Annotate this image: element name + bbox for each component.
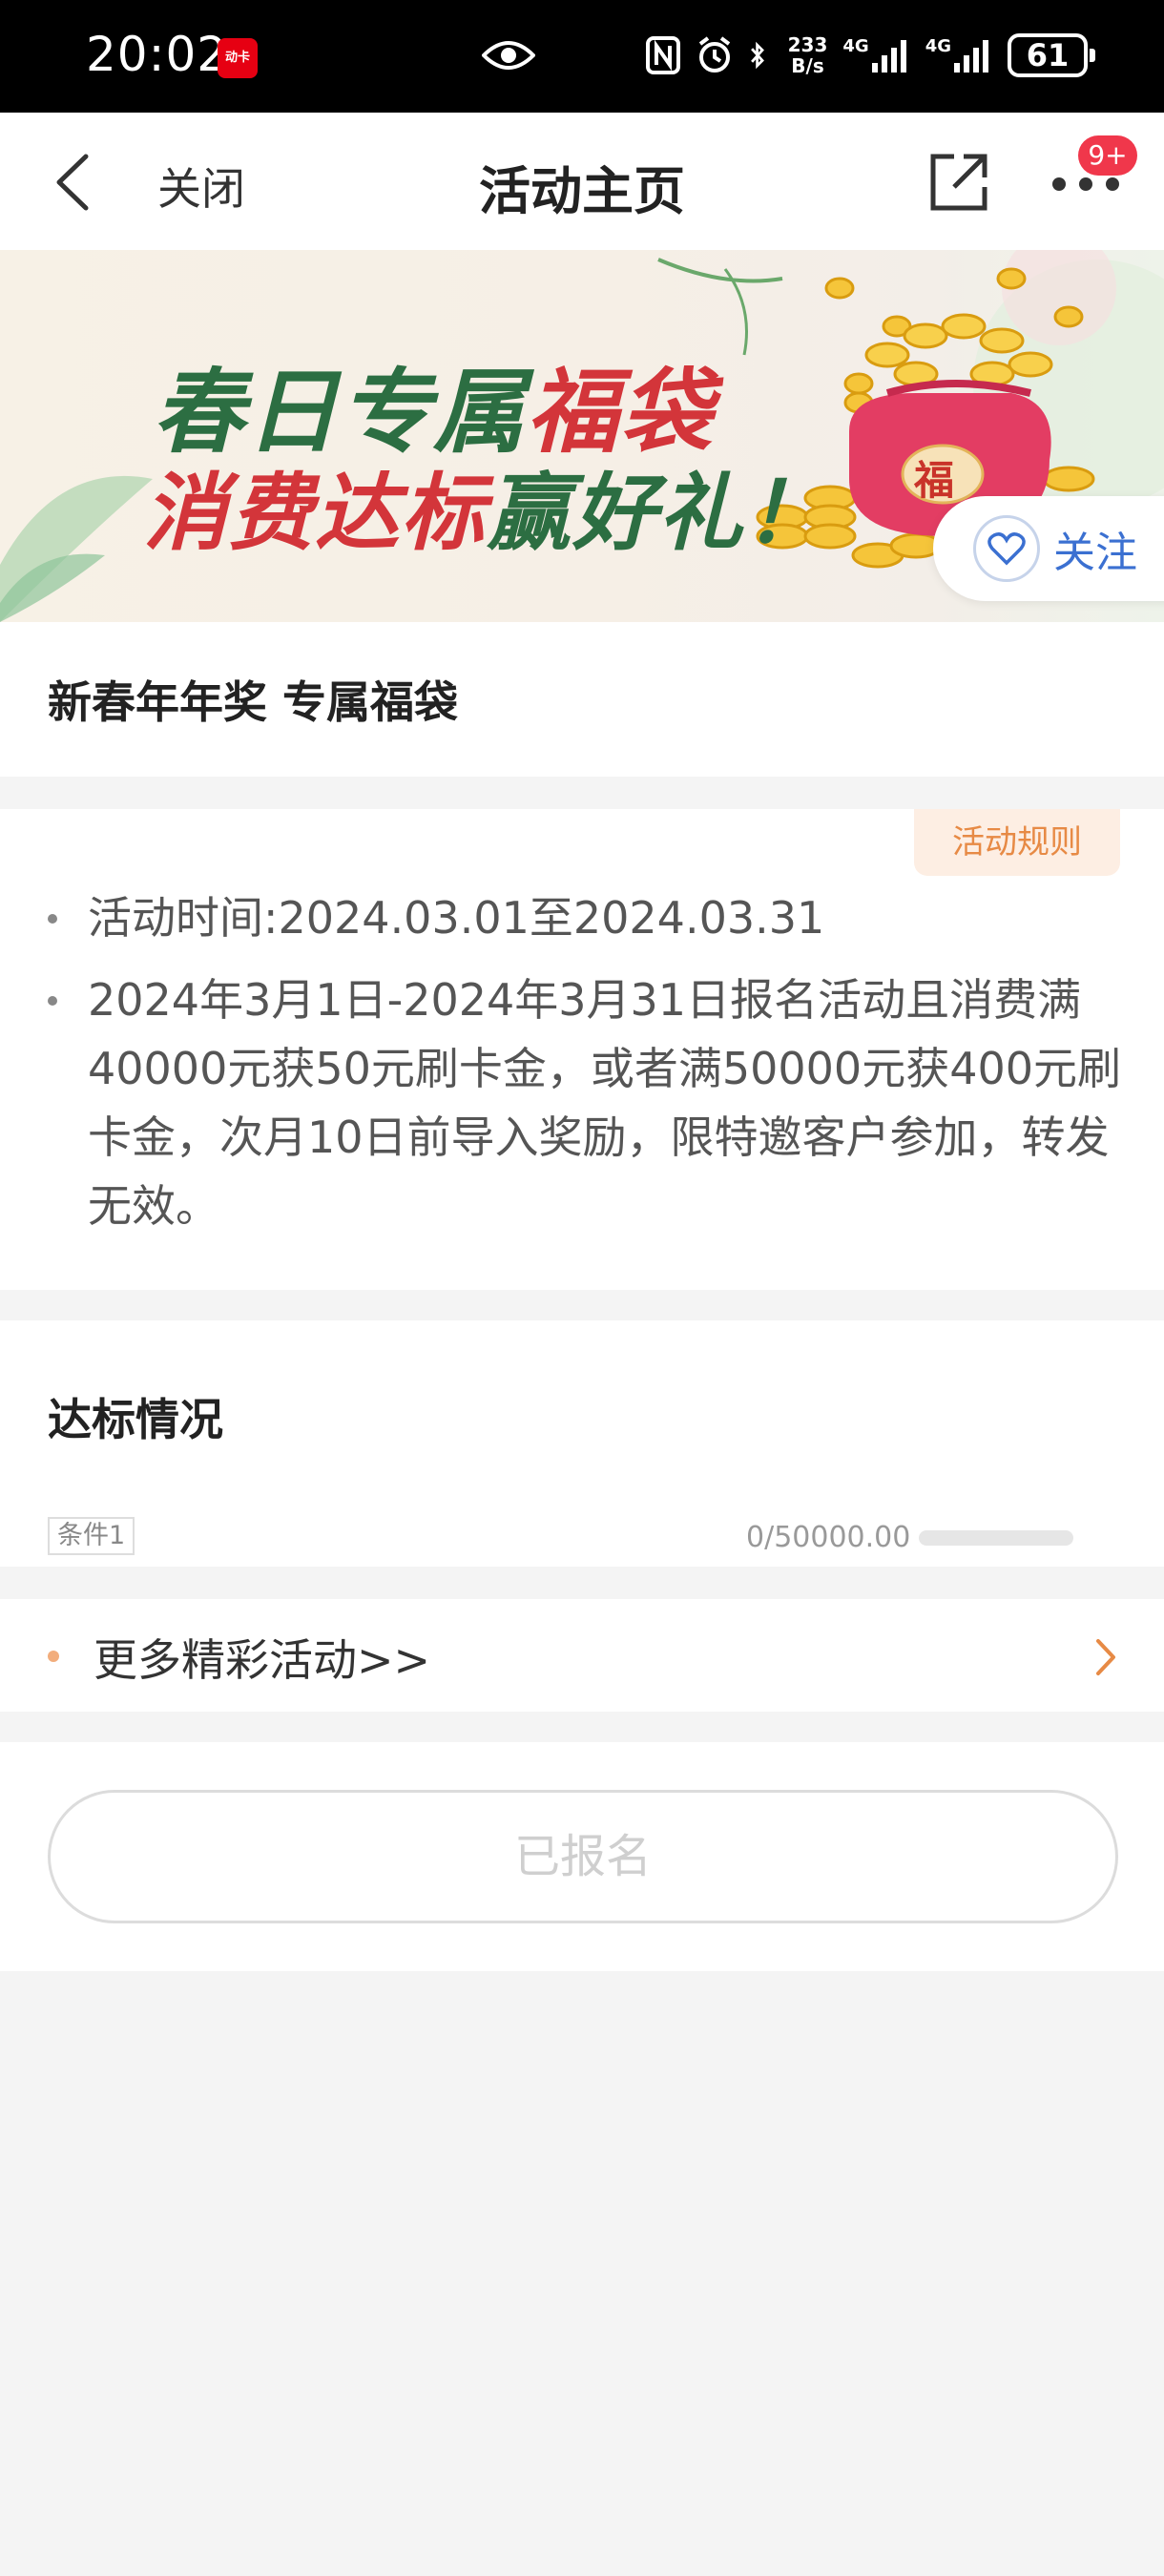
condition-tag: 条件1 [48,1517,135,1555]
rules-button[interactable]: 活动规则 [914,809,1120,876]
signal-2: 4G [925,38,992,73]
status-time: 20:02 [86,27,229,82]
rule-item: 活动时间:2024.03.01至2024.03.31 [88,892,825,944]
signal-bars-icon [954,40,988,73]
banner-subheadline: 消费达标赢好礼！ [143,464,831,562]
nfc-icon [645,36,680,74]
rules-card: 活动规则 活动时间:2024.03.01至2024.03.31 2024年3月1… [0,809,1164,1290]
signal-1: 4G [842,38,909,73]
chevron-right-icon [1096,1639,1115,1675]
battery-icon: 61 [1008,33,1095,77]
follow-button[interactable]: 关注 [933,496,1164,601]
signup-section: 已报名 [0,1742,1164,1971]
nav-bar: 关闭 活动主页 9+ [0,113,1164,250]
rule-item: 2024年3月1日-2024年3月31日报名活动且消费满40000元获50元刷卡… [88,974,1121,1232]
bullet-icon [48,996,57,1006]
share-icon[interactable] [925,149,992,216]
alarm-icon [698,36,730,73]
progress-title: 达标情况 [48,1394,223,1445]
activity-title-card: 新春年年奖 专属福袋 [0,622,1164,777]
notification-badge: 9+ [1078,135,1137,176]
status-indicators: 233 B/s 4G 4G 61 [645,29,1095,82]
follow-label: 关注 [1053,529,1137,577]
status-bar: 20:02 动卡 233 B/s 4G 4G 61 [0,0,1164,113]
bag-character: 福 [914,457,955,504]
network-speed: 233 B/s [787,33,828,77]
signal-bars-icon [871,40,906,73]
heart-icon [973,515,1040,582]
bullet-icon [48,1651,59,1662]
eye-icon [482,41,535,70]
bullet-icon [48,914,57,924]
more-activities-link[interactable]: 更多精彩活动>> [94,1626,430,1689]
progress-bar [919,1530,1073,1546]
activity-title: 新春年年奖 专属福袋 [48,676,459,728]
more-activities-row[interactable]: 更多精彩活动>> [0,1599,1164,1712]
app-notification-icon: 动卡 [218,38,258,78]
progress-value: 0/50000.00 [746,1521,911,1554]
signup-button[interactable]: 已报名 [48,1790,1118,1923]
bluetooth-icon [750,41,764,70]
